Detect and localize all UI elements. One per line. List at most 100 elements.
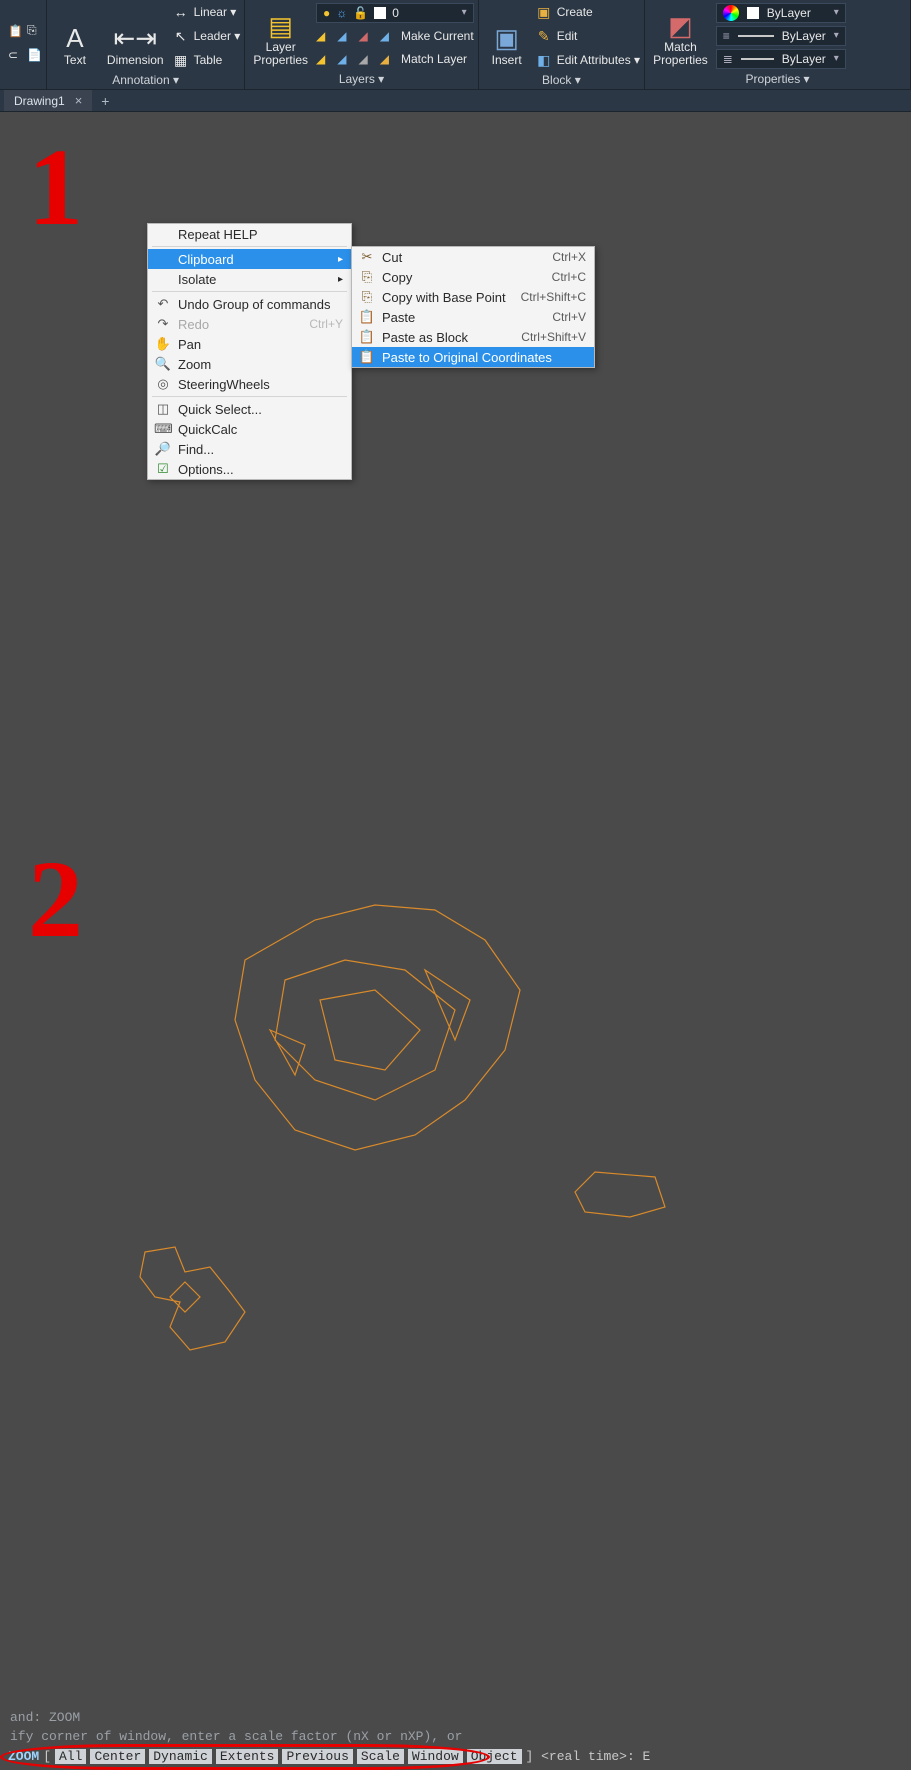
- icon-btn-3[interactable]: ⎘: [27, 21, 42, 41]
- menu-quickcalc[interactable]: ⌨QuickCalc: [148, 419, 351, 439]
- tab-new-button[interactable]: +: [94, 93, 116, 109]
- menu-zoom[interactable]: 🔍Zoom: [148, 354, 351, 374]
- menu-paste[interactable]: 📋PasteCtrl+V: [352, 307, 594, 327]
- dimension-button[interactable]: ⇤⇥ Dimension: [103, 3, 168, 69]
- opt-previous[interactable]: Previous: [282, 1749, 352, 1764]
- icon-btn-2[interactable]: ⊂: [8, 45, 23, 65]
- tab-drawing1-label: Drawing1: [14, 94, 65, 108]
- table-button[interactable]: ▦Table: [172, 50, 241, 70]
- leader-button[interactable]: ↖Leader ▾: [172, 26, 241, 46]
- tab-drawing1[interactable]: Drawing1 ×: [4, 90, 92, 111]
- insert-button[interactable]: ▣ Insert: [483, 3, 531, 69]
- dimension-label: Dimension: [107, 53, 164, 67]
- opt-center[interactable]: Center: [90, 1749, 145, 1764]
- layer-mini-icon-1[interactable]: ◢: [316, 29, 325, 43]
- drawing-canvas[interactable]: 1 2 Repeat HELP Clipboard▸ Isolate▸ ↶Und…: [0, 112, 911, 1709]
- panel-layers-title[interactable]: Layers ▾: [249, 69, 473, 89]
- quick-select-icon: ◫: [154, 401, 172, 417]
- zoom-icon: 🔍: [154, 356, 172, 372]
- menu-steeringwheels[interactable]: ◎SteeringWheels: [148, 374, 351, 394]
- match-properties-label: MatchProperties: [653, 41, 708, 66]
- paste-icon-2: 📋: [358, 309, 376, 325]
- command-input[interactable]: ZOOM [ All Center Dynamic Extents Previo…: [0, 1746, 911, 1767]
- linetype-control[interactable]: ≣ ByLayer: [716, 49, 846, 69]
- opt-all[interactable]: All: [55, 1749, 86, 1764]
- table-icon: ▦: [172, 52, 190, 69]
- submenu-arrow-icon-2: ▸: [338, 274, 343, 285]
- menu-options[interactable]: ☑Options...: [148, 459, 351, 479]
- submenu-arrow-icon: ▸: [338, 254, 343, 265]
- menu-quick-select[interactable]: ◫Quick Select...: [148, 399, 351, 419]
- panel-block-title[interactable]: Block ▾: [483, 70, 640, 90]
- panel-annotation-title[interactable]: Annotation ▾: [51, 70, 240, 90]
- match-layer-label[interactable]: Match Layer: [401, 52, 467, 66]
- text-button[interactable]: A Text: [51, 3, 99, 69]
- layer-combo[interactable]: ● ☼ 🔓 0: [316, 3, 474, 23]
- layer-mini-icon-2[interactable]: ◢: [337, 29, 346, 43]
- layer-combo-value: 0: [392, 6, 399, 20]
- map-large: [225, 900, 535, 1160]
- linetype-value: ByLayer: [782, 52, 826, 66]
- menu-paste-block[interactable]: 📋Paste as BlockCtrl+Shift+V: [352, 327, 594, 347]
- panel-layers: ▤ LayerProperties ● ☼ 🔓 0 ◢ ◢ ◢ ◢ Make C…: [245, 0, 478, 89]
- create-button[interactable]: ▣Create: [535, 2, 640, 22]
- opt-scale[interactable]: Scale: [357, 1749, 404, 1764]
- pencil-icon: ✎: [535, 28, 553, 45]
- edit-button[interactable]: ✎Edit: [535, 26, 640, 46]
- menu-paste-original[interactable]: 📋Paste to Original Coordinates: [352, 347, 594, 367]
- undo-icon: ↶: [154, 296, 172, 312]
- color-control[interactable]: ByLayer: [716, 3, 846, 23]
- menu-redo: ↷RedoCtrl+Y: [148, 314, 351, 334]
- layer-mini-icon-6[interactable]: ◢: [359, 52, 368, 66]
- color-wheel-icon: [723, 5, 739, 21]
- match-properties-icon: ◩: [668, 13, 693, 39]
- line-sample-1: [738, 35, 774, 37]
- icon-btn-1[interactable]: 📋: [8, 21, 23, 41]
- menu-cut[interactable]: ✂CutCtrl+X: [352, 247, 594, 267]
- pan-icon: ✋: [154, 336, 172, 352]
- panel-block: ▣ Insert ▣Create ✎Edit ◧Edit Attributes …: [479, 0, 645, 89]
- menu-sep-1: [152, 246, 347, 247]
- menu-undo[interactable]: ↶Undo Group of commands: [148, 294, 351, 314]
- opt-object[interactable]: Object: [467, 1749, 522, 1764]
- layer-mini-icon-5[interactable]: ◢: [337, 52, 346, 66]
- make-current-label[interactable]: Make Current: [401, 29, 474, 43]
- step-number-2: 2: [28, 844, 83, 954]
- layer-mini-icon-4[interactable]: ◢: [316, 52, 325, 66]
- menu-pan[interactable]: ✋Pan: [148, 334, 351, 354]
- paste-icon: 📄: [27, 48, 42, 62]
- icon-btn-4[interactable]: 📄: [27, 45, 42, 65]
- white-swatch: [747, 7, 759, 19]
- menu-repeat[interactable]: Repeat HELP: [148, 224, 351, 244]
- sun-icon: ☼: [336, 6, 347, 20]
- paste-block-icon: 📋: [358, 329, 376, 345]
- cut-icon: ✂: [358, 249, 376, 265]
- context-menu: Repeat HELP Clipboard▸ Isolate▸ ↶Undo Gr…: [147, 223, 352, 480]
- match-properties-button[interactable]: ◩ MatchProperties: [649, 3, 712, 69]
- lineweight-control[interactable]: ≡ ByLayer: [716, 26, 846, 46]
- menu-copy[interactable]: ⎘CopyCtrl+C: [352, 267, 594, 287]
- panel-properties-title[interactable]: Properties ▾: [649, 69, 906, 89]
- menu-copy-basepoint[interactable]: ⎘Copy with Base PointCtrl+Shift+C: [352, 287, 594, 307]
- copy-icon-2: ⎘: [358, 269, 376, 285]
- color-value: ByLayer: [767, 6, 811, 20]
- edit-attributes-button[interactable]: ◧Edit Attributes ▾: [535, 50, 640, 70]
- paste-original-icon: 📋: [358, 349, 376, 365]
- tab-close-button[interactable]: ×: [75, 93, 83, 108]
- command-history-1: and: ZOOM: [0, 1708, 911, 1727]
- text-label: Text: [64, 53, 86, 67]
- find-icon: 🔎: [154, 441, 172, 457]
- command-bracket-open: [: [43, 1749, 51, 1764]
- menu-clipboard[interactable]: Clipboard▸: [148, 249, 351, 269]
- layer-properties-button[interactable]: ▤ LayerProperties: [249, 3, 312, 69]
- opt-dynamic[interactable]: Dynamic: [149, 1749, 212, 1764]
- opt-window[interactable]: Window: [408, 1749, 463, 1764]
- redo-icon: ↷: [154, 316, 172, 332]
- menu-isolate[interactable]: Isolate▸: [148, 269, 351, 289]
- opt-extents[interactable]: Extents: [216, 1749, 279, 1764]
- document-tabbar: Drawing1 × +: [0, 90, 911, 112]
- layer-mini-icon-3[interactable]: ◢: [359, 29, 368, 43]
- menu-find[interactable]: 🔎Find...: [148, 439, 351, 459]
- linear-button[interactable]: ↔Linear ▾: [172, 2, 241, 22]
- command-history-2: ify corner of window, enter a scale fact…: [0, 1727, 911, 1746]
